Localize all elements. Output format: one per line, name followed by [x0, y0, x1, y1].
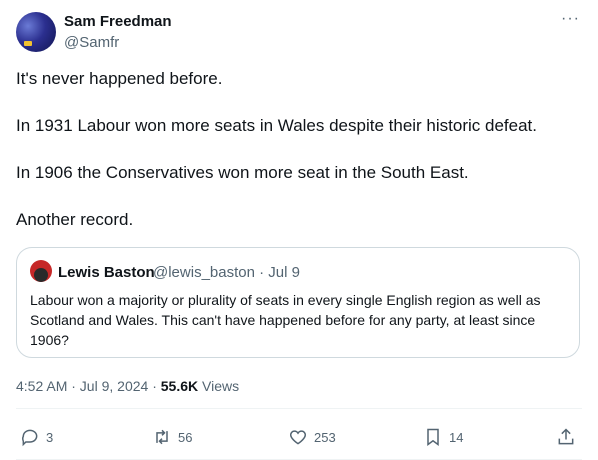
- share-button[interactable]: [556, 422, 576, 452]
- reply-count: 3: [46, 429, 54, 445]
- quote-author-name: Lewis Baston: [58, 264, 155, 281]
- repost-icon: [156, 429, 168, 445]
- tweet-text: It's never happened before. In 1931 Labo…: [16, 67, 576, 255]
- author-avatar[interactable]: [16, 12, 56, 52]
- tweet-timestamp[interactable]: 4:52 AM · Jul 9, 2024 ·: [16, 378, 161, 394]
- bookmark-count: 14: [449, 429, 464, 445]
- views-label: Views: [198, 378, 240, 394]
- repost-count: 56: [178, 429, 193, 445]
- action-bar: 3 56 253 14: [16, 422, 582, 452]
- reply-icon: [22, 429, 38, 447]
- divider: [16, 408, 582, 409]
- like-button[interactable]: 253: [288, 422, 336, 452]
- quoted-tweet[interactable]: Lewis Baston @lewis_baston · Jul 9 Labou…: [16, 247, 580, 358]
- tweet-paragraph: In 1931 Labour won more seats in Wales d…: [16, 116, 537, 135]
- tweet-paragraph: Another record.: [16, 210, 134, 229]
- quote-author-handle-date: @lewis_baston · Jul 9: [153, 264, 300, 281]
- tweet-paragraph: It's never happened before.: [16, 69, 223, 88]
- tweet-paragraph: In 1906 the Conservatives won more seat …: [16, 163, 469, 182]
- bookmark-icon: [427, 428, 439, 446]
- more-icon[interactable]: ···: [561, 10, 580, 28]
- author-handle[interactable]: @Samfr: [64, 34, 119, 51]
- reply-button[interactable]: 3: [20, 422, 53, 452]
- views-count[interactable]: 55.6K: [161, 378, 198, 394]
- quote-text: Labour won a majority or plurality of se…: [30, 292, 541, 348]
- bookmark-button[interactable]: 14: [423, 422, 463, 452]
- repost-button[interactable]: 56: [152, 422, 192, 452]
- tweet-meta: 4:52 AM · Jul 9, 2024 · 55.6K Views: [16, 378, 239, 394]
- like-icon: [289, 430, 307, 445]
- author-name[interactable]: Sam Freedman: [64, 13, 172, 30]
- quote-author-avatar: [30, 260, 52, 282]
- like-count: 253: [314, 429, 336, 445]
- share-icon: [558, 428, 574, 445]
